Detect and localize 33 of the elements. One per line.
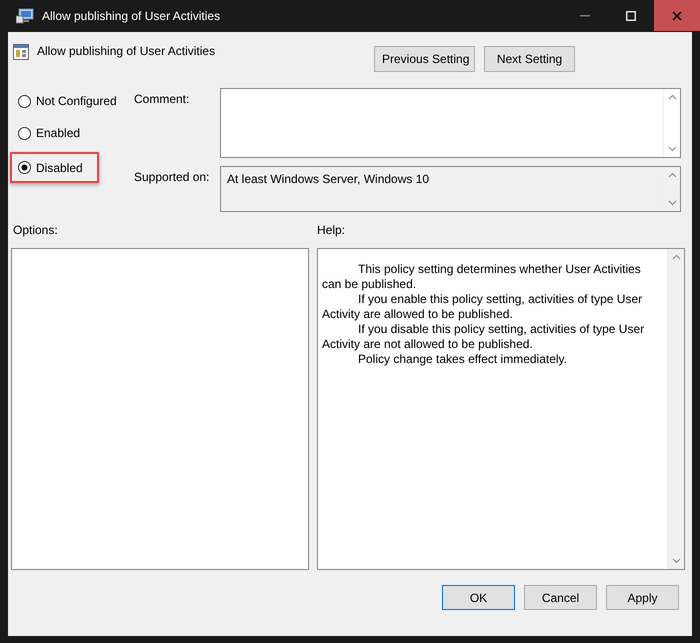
close-icon	[672, 10, 682, 20]
close-button[interactable]	[654, 0, 700, 31]
scroll-down-icon	[668, 146, 676, 152]
options-label: Options:	[12, 223, 59, 237]
scroll-up-icon	[668, 94, 676, 100]
radio-option[interactable]: Enabled	[10, 120, 90, 146]
help-paragraph: If you enable this policy setting, activities of type User Activity are allowed to be published.	[322, 292, 644, 322]
supported-label: Supported on:	[134, 169, 210, 186]
help-label: Help:	[317, 223, 346, 237]
scroll-up-icon	[672, 254, 680, 260]
setting-title: Allow publishing of User Activities	[37, 44, 216, 58]
comment-field[interactable]	[220, 88, 681, 158]
dialog-button[interactable]: Apply	[606, 585, 679, 610]
scroll-down-icon	[668, 200, 676, 206]
dialog-button[interactable]: Cancel	[524, 585, 597, 610]
maximize-icon	[626, 10, 636, 20]
help-paragraph: This policy setting determines whether User Activities can be published.	[322, 262, 642, 292]
window-title: Allow publishing of User Activities	[42, 9, 222, 23]
navigation-button[interactable]: Next Setting	[484, 46, 575, 72]
help-paragraph: If you disable this policy setting, activities of type User Activity are not allowed to be published.	[322, 322, 646, 352]
scrollbar[interactable]	[667, 249, 684, 569]
dialog-button[interactable]: OK	[442, 585, 515, 610]
comment-label: Comment:	[134, 91, 190, 108]
minimize-icon	[580, 14, 590, 16]
supported-field: At least Windows Server, Windows 10	[220, 166, 681, 212]
radio-option[interactable]: Not Configured	[10, 88, 127, 114]
policy-icon	[13, 44, 29, 60]
scroll-up-icon	[668, 172, 676, 178]
help-paragraph: Policy change takes effect immediately.	[357, 352, 568, 367]
radio-option[interactable]: Disabled	[10, 152, 99, 183]
scroll-down-icon	[672, 558, 680, 564]
navigation-button[interactable]: Previous Setting	[374, 46, 475, 72]
computer-icon	[16, 8, 34, 24]
